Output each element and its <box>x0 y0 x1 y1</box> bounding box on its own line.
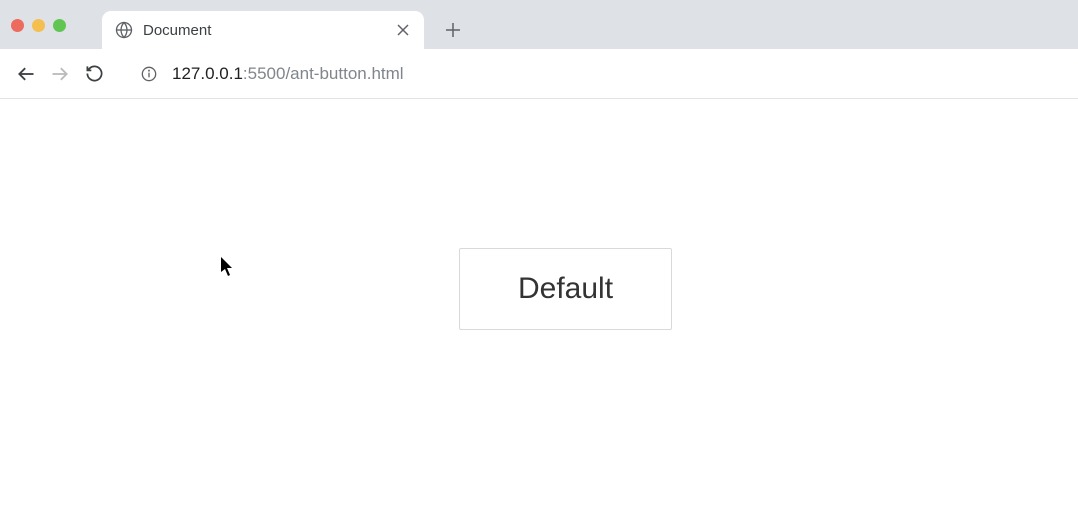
window-close-button[interactable] <box>11 19 24 32</box>
reload-button[interactable] <box>77 57 111 91</box>
window-maximize-button[interactable] <box>53 19 66 32</box>
arrow-left-icon <box>16 64 36 84</box>
window-controls <box>11 19 66 32</box>
url-path: /ant-button.html <box>285 64 403 83</box>
url-port: :5500 <box>243 64 286 83</box>
arrow-right-icon <box>50 64 70 84</box>
url-host: 127.0.0.1 <box>172 64 243 83</box>
plus-icon <box>446 23 460 37</box>
url-text: 127.0.0.1:5500/ant-button.html <box>172 64 404 84</box>
new-tab-button[interactable] <box>438 15 468 45</box>
tab-bar: Document <box>0 0 1078 49</box>
site-info-icon[interactable] <box>140 65 158 83</box>
info-icon <box>141 66 157 82</box>
reload-icon <box>85 64 104 83</box>
browser-tab[interactable]: Document <box>102 11 424 49</box>
default-button[interactable]: Default <box>459 248 672 330</box>
globe-icon <box>114 21 133 40</box>
close-tab-button[interactable] <box>394 21 412 39</box>
window-minimize-button[interactable] <box>32 19 45 32</box>
close-icon <box>397 24 409 36</box>
browser-toolbar: 127.0.0.1:5500/ant-button.html <box>0 49 1078 99</box>
address-bar[interactable]: 127.0.0.1:5500/ant-button.html <box>126 56 1069 92</box>
back-button[interactable] <box>9 57 43 91</box>
forward-button[interactable] <box>43 57 77 91</box>
tab-title: Document <box>143 22 394 39</box>
cursor-icon <box>221 257 235 277</box>
page-viewport: Default <box>0 99 1078 511</box>
